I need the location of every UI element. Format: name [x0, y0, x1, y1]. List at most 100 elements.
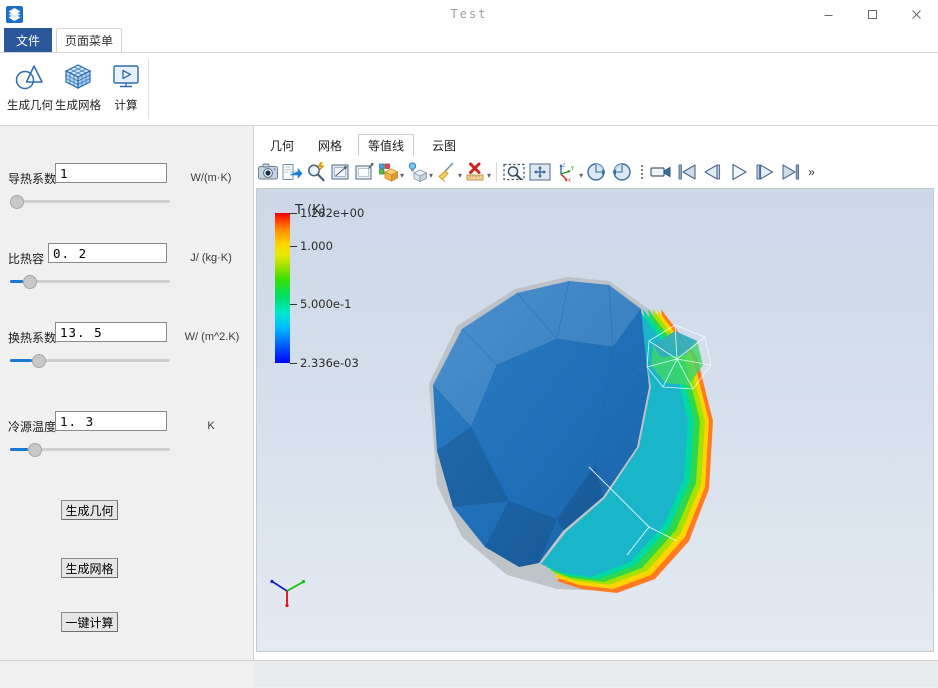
- thermal-conductivity-slider[interactable]: [10, 194, 170, 209]
- play-button[interactable]: [726, 158, 752, 186]
- visualization-panel: 几何 网格 等值线 云图 ▾ ▾ ▾ ▾ z Y x ▾ » T (K) 1.2…: [254, 126, 938, 660]
- contour-model-render[interactable]: [257, 189, 934, 652]
- specific-heat-input[interactable]: [48, 243, 167, 263]
- svg-text:x: x: [568, 178, 571, 184]
- geometry-shapes-icon: [13, 57, 47, 95]
- heat-transfer-coefficient-input[interactable]: [55, 322, 167, 342]
- parameter-unit: W/(m·K): [190, 172, 232, 184]
- cold-source-temperature-input[interactable]: [55, 411, 167, 431]
- ribbon-divider: [148, 59, 149, 119]
- parameter-unit: K: [207, 420, 215, 432]
- previous-frame-button[interactable]: [700, 158, 726, 186]
- thermal-conductivity-input[interactable]: [55, 163, 167, 183]
- slider-knob[interactable]: [28, 443, 42, 457]
- ribbon-panel: 生成几何 生成网格 计算: [0, 53, 938, 125]
- rotate-cw-button[interactable]: [610, 158, 636, 186]
- previous-frame-icon: [704, 164, 721, 180]
- viewer-tab-mesh[interactable]: 网格: [310, 134, 350, 156]
- slider-knob[interactable]: [23, 275, 37, 289]
- parameter-label: 导热系数: [8, 172, 57, 186]
- color-by-button[interactable]: ▾: [376, 158, 405, 186]
- lighting-bulb-cube-icon: [408, 162, 428, 183]
- window-controls: [806, 0, 938, 28]
- screenshot-camera-button[interactable]: [256, 158, 280, 186]
- slider-knob[interactable]: [32, 354, 46, 368]
- lighting-button[interactable]: ▾: [405, 158, 434, 186]
- viewer-tab-contour-lines[interactable]: 等值线: [358, 134, 414, 156]
- slider-fill: [10, 448, 28, 451]
- heat-transfer-coefficient-slider[interactable]: [10, 353, 170, 368]
- generate-geometry-button[interactable]: 生成几何: [61, 500, 118, 520]
- parameter-row-specific-heat: 比热容 J/ (kg·K): [0, 242, 253, 302]
- slider-fill: [10, 359, 32, 362]
- viewer-tab-geometry[interactable]: 几何: [262, 134, 302, 156]
- record-camera-icon: [650, 166, 671, 178]
- last-frame-button[interactable]: [778, 158, 804, 186]
- select-region-icon: [331, 164, 349, 180]
- parameter-row-heat-transfer-coefficient: 换热系数 W/ (m^2.K): [0, 321, 253, 381]
- ribbon-button-compute[interactable]: 计算: [102, 53, 150, 121]
- chevron-down-icon[interactable]: ▾: [458, 171, 462, 180]
- zoom-to-box-icon: [503, 163, 525, 181]
- toolbar-grip-dots[interactable]: [639, 162, 645, 182]
- chevron-down-icon[interactable]: ▾: [429, 171, 433, 180]
- parameter-label: 换热系数: [8, 331, 57, 345]
- select-region-button[interactable]: [328, 158, 352, 186]
- ribbon-button-generate-mesh[interactable]: 生成网格: [54, 53, 102, 121]
- chevron-down-icon[interactable]: ▾: [400, 171, 404, 180]
- viewer-toolbar: ▾ ▾ ▾ ▾ z Y x ▾ »: [256, 157, 936, 187]
- fit-to-screen-button[interactable]: [527, 158, 553, 186]
- ribbon-tab-file[interactable]: 文件: [4, 28, 52, 53]
- ribbon-tab-page-menu[interactable]: 页面菜单: [56, 28, 122, 53]
- parameter-label: 冷源温度: [8, 420, 57, 434]
- parameter-unit: J/ (kg·K): [190, 252, 232, 264]
- title-bar: Test: [0, 0, 938, 28]
- export-button[interactable]: [280, 158, 304, 186]
- maximize-button[interactable]: [850, 0, 894, 28]
- parameter-row-cold-source-temperature: 冷源温度 K: [0, 410, 253, 470]
- close-button[interactable]: [894, 0, 938, 28]
- cold-source-temperature-slider[interactable]: [10, 442, 170, 457]
- play-icon: [732, 163, 747, 181]
- next-frame-button[interactable]: [752, 158, 778, 186]
- fit-to-screen-icon: [529, 163, 551, 181]
- parameter-unit: W/ (m^2.K): [184, 331, 240, 343]
- clear-broom-icon: [438, 162, 454, 183]
- zoom-magic-icon: [308, 162, 325, 182]
- last-frame-icon: [782, 164, 800, 180]
- ribbon-group-main: 生成几何 生成网格 计算: [0, 53, 150, 125]
- application-window: Test 文件 页面菜单 生成几何 生成网格 计算 导热系数 1 W/(m·K)…: [0, 0, 938, 688]
- axes-orientation-icon: z Y x: [559, 163, 575, 184]
- chevron-down-icon[interactable]: ▾: [579, 171, 583, 180]
- rotate-ccw-button[interactable]: [584, 158, 610, 186]
- status-bar-right-area: [254, 661, 938, 687]
- toolbar-divider: [496, 162, 498, 182]
- delete-measure-button[interactable]: ▾: [463, 158, 492, 186]
- ribbon-button-label: 生成几何: [7, 100, 53, 112]
- first-frame-button[interactable]: [674, 158, 700, 186]
- viewer-tab-cloud-map[interactable]: 云图: [422, 134, 466, 156]
- svg-text:z: z: [563, 163, 566, 169]
- svg-text:Y: Y: [571, 166, 575, 172]
- one-click-compute-button[interactable]: 一键计算: [61, 612, 118, 632]
- zoom-to-box-button[interactable]: [501, 158, 527, 186]
- specific-heat-slider[interactable]: [10, 274, 170, 289]
- axes-orientation-button[interactable]: z Y x ▾: [553, 158, 584, 186]
- color-by-cube-icon: [379, 163, 399, 182]
- render-viewport[interactable]: T (K) 1.282e+00 1.000 5.000e-1 2.336e-03: [256, 188, 934, 652]
- chevron-down-icon[interactable]: ▾: [487, 171, 491, 180]
- record-animation-button[interactable]: [648, 158, 674, 186]
- zoom-magic-button[interactable]: [304, 158, 328, 186]
- ribbon-button-generate-geometry[interactable]: 生成几何: [6, 53, 54, 121]
- screenshot-camera-icon: [258, 163, 278, 180]
- deselect-region-button[interactable]: [352, 158, 376, 186]
- ribbon-button-label: 计算: [114, 100, 138, 112]
- minimize-button[interactable]: [806, 0, 850, 28]
- toolbar-overflow-chevron[interactable]: »: [804, 165, 819, 179]
- clear-button[interactable]: ▾: [434, 158, 463, 186]
- mesh-cube-icon: [61, 57, 95, 95]
- rotate-ccw-icon: [587, 163, 606, 181]
- parameter-row-thermal-conductivity: 导热系数 W/(m·K): [0, 162, 253, 222]
- generate-mesh-button[interactable]: 生成网格: [61, 558, 118, 578]
- slider-knob[interactable]: [10, 195, 24, 209]
